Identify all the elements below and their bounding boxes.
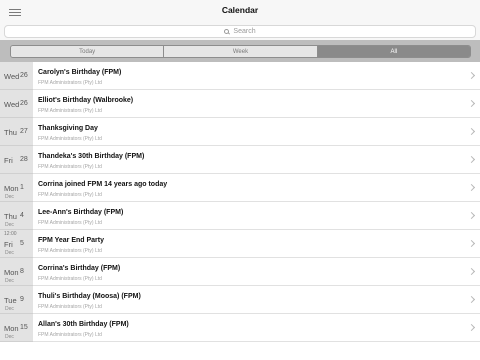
event-row[interactable]: Mon 15 Dec Allan's 30th Birthday (FPM) FPM A… [0, 314, 480, 342]
month-label: Dec [5, 334, 14, 340]
segment-week[interactable]: Week [164, 46, 318, 57]
event-content: FPM Year End Party FPM Administrators (Pt… [33, 230, 480, 258]
event-list: Wed 26 Carolyn's Birthday (FPM) FPM Adminis… [0, 62, 480, 360]
day-number: 9 [20, 296, 24, 303]
date-cell: 12:00 Fri 5 Dec [0, 230, 33, 258]
event-organization: FPM Administrators (Pty) Ltd [38, 248, 102, 254]
page-title: Calendar [221, 5, 259, 15]
segmented-control: Today Week All [10, 45, 471, 58]
event-content: Lee-Ann's Birthday (FPM) FPM Administrato… [33, 202, 480, 230]
chevron-right-icon [467, 71, 476, 80]
chevron-right-icon [467, 127, 476, 136]
event-title: Thuli's Birthday (Moosa) (FPM) [38, 293, 141, 300]
date-cell: Fri 28 [0, 146, 33, 174]
chevron-right-icon [467, 323, 476, 332]
event-content: Elliot's Birthday (Walbrooke) FPM Adminis… [33, 90, 480, 118]
day-of-week: Wed [4, 100, 20, 109]
event-organization: FPM Administrators (Pty) Ltd [38, 304, 102, 310]
segment-all[interactable]: All [317, 46, 470, 57]
date-cell: Wed 26 [0, 90, 33, 118]
event-title: Elliot's Birthday (Walbrooke) [38, 97, 134, 104]
date-cell: Thu 4 Dec [0, 202, 33, 230]
day-of-week: Thu [4, 128, 17, 137]
day-number: 26 [20, 72, 28, 79]
event-organization: FPM Administrators (Pty) Ltd [38, 192, 102, 198]
month-label: Dec [5, 278, 14, 284]
month-label: Dec [5, 222, 14, 228]
date-cell: Mon 15 Dec [0, 314, 33, 342]
event-content: Thuli's Birthday (Moosa) (FPM) FPM Admini… [33, 286, 480, 314]
event-row[interactable]: Wed 26 Elliot's Birthday (Walbrooke) FPM Ad… [0, 90, 480, 118]
day-number: 1 [20, 184, 24, 191]
event-row[interactable]: Mon 1 Dec Corrina joined FPM 14 years ago t… [0, 174, 480, 202]
event-content: Corrina's Birthday (FPM) FPM Administrato… [33, 258, 480, 286]
date-cell: Mon 8 Dec [0, 258, 33, 286]
day-number: 8 [20, 268, 24, 275]
event-row[interactable]: 12:00 Fri 5 Dec FPM Year End Party FPM Admini… [0, 230, 480, 258]
event-title: Lee-Ann's Birthday (FPM) [38, 209, 124, 216]
event-row[interactable]: Tue 9 Dec Thuli's Birthday (Moosa) (FPM) FPM… [0, 286, 480, 314]
month-label: Dec [5, 250, 14, 256]
search-field[interactable]: Search [4, 25, 476, 38]
date-cell: Tue 9 Dec [0, 286, 33, 314]
search-placeholder: Search [233, 28, 256, 35]
chevron-right-icon [467, 155, 476, 164]
event-content: Thandeka's 30th Birthday (FPM) FPM Admini… [33, 146, 480, 174]
date-cell: Wed 26 [0, 62, 33, 90]
event-row[interactable]: Thu 27 Thanksgiving Day FPM Administrators … [0, 118, 480, 146]
month-label: Dec [5, 194, 14, 200]
day-of-week: Mon [4, 184, 19, 193]
event-title: Corrina's Birthday (FPM) [38, 265, 121, 272]
day-number: 27 [20, 128, 28, 135]
event-organization: FPM Administrators (Pty) Ltd [38, 164, 102, 170]
day-number: 28 [20, 156, 28, 163]
event-title: FPM Year End Party [38, 237, 105, 244]
chevron-right-icon [467, 267, 476, 276]
event-content: Corrina joined FPM 14 years ago today FPM… [33, 174, 480, 202]
date-cell: Mon 1 Dec [0, 174, 33, 202]
event-title: Thandeka's 30th Birthday (FPM) [38, 153, 145, 160]
chevron-right-icon [467, 239, 476, 248]
day-of-week: Mon [4, 268, 19, 277]
event-organization: FPM Administrators (Pty) Ltd [38, 332, 102, 338]
day-number: 15 [20, 324, 28, 331]
event-content: Thanksgiving Day FPM Administrators (Pty)… [33, 118, 480, 146]
day-of-week: Fri [4, 240, 13, 249]
chevron-right-icon [467, 183, 476, 192]
day-of-week: Fri [4, 156, 13, 165]
day-number: 4 [20, 212, 24, 219]
event-title: Thanksgiving Day [38, 125, 98, 132]
event-title: Carolyn's Birthday (FPM) [38, 69, 122, 76]
date-cell: Thu 27 [0, 118, 33, 146]
event-title: Corrina joined FPM 14 years ago today [38, 181, 168, 188]
day-number: 26 [20, 100, 28, 107]
search-icon [224, 28, 231, 35]
filter-bar: Today Week All [0, 40, 480, 62]
event-row[interactable]: Mon 8 Dec Corrina's Birthday (FPM) FPM Admin… [0, 258, 480, 286]
day-number: 5 [20, 240, 24, 247]
day-of-week: Tue [4, 296, 17, 305]
day-of-week: Mon [4, 324, 19, 333]
event-organization: FPM Administrators (Pty) Ltd [38, 276, 102, 282]
segment-today[interactable]: Today [11, 46, 165, 57]
chevron-right-icon [467, 99, 476, 108]
day-of-week: Wed [4, 72, 20, 81]
event-content: Carolyn's Birthday (FPM) FPM Administrato… [33, 62, 480, 90]
nav-bar: Calendar Search [0, 0, 480, 40]
chevron-right-icon [467, 295, 476, 304]
event-time: 12:00 [4, 231, 17, 237]
event-organization: FPM Administrators (Pty) Ltd [38, 108, 102, 114]
chevron-right-icon [467, 211, 476, 220]
event-row[interactable]: Thu 4 Dec Lee-Ann's Birthday (FPM) FPM Admin… [0, 202, 480, 230]
event-organization: FPM Administrators (Pty) Ltd [38, 80, 102, 86]
event-organization: FPM Administrators (Pty) Ltd [38, 220, 102, 226]
event-title: Allan's 30th Birthday (FPM) [38, 321, 129, 328]
event-row[interactable]: Wed 26 Carolyn's Birthday (FPM) FPM Adminis… [0, 62, 480, 90]
month-label: Dec [5, 306, 14, 312]
day-of-week: Thu [4, 212, 17, 221]
event-organization: FPM Administrators (Pty) Ltd [38, 136, 102, 142]
event-content: Allan's 30th Birthday (FPM) FPM Administr… [33, 314, 480, 342]
event-row[interactable]: Fri 28 Thandeka's 30th Birthday (FPM) FPM A… [0, 146, 480, 174]
